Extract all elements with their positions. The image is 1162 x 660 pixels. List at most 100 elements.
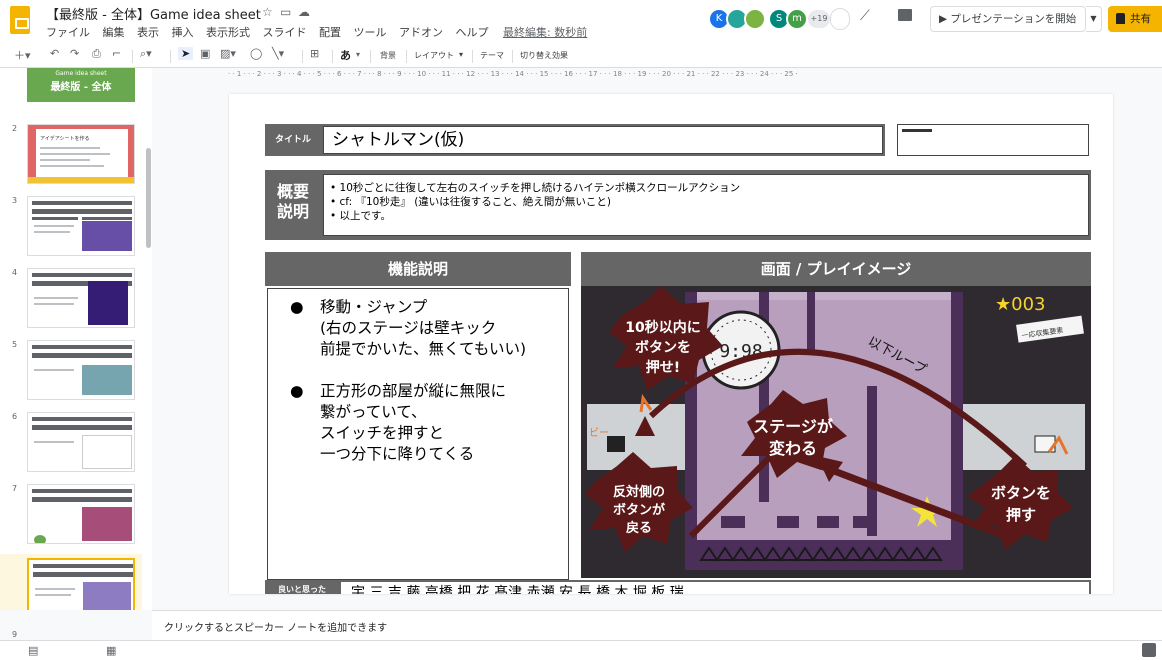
- textbox-icon[interactable]: ▣: [200, 47, 210, 60]
- slide-thumbnail-6[interactable]: [27, 412, 135, 472]
- svg-text:ボタンを: ボタンを: [991, 484, 1051, 502]
- avatar[interactable]: m: [786, 8, 808, 30]
- avatar[interactable]: [744, 8, 766, 30]
- slide-number: 3: [12, 196, 18, 205]
- features-text-box[interactable]: ● 移動・ジャンプ (右のステージは壁キック 前提でかいた、無くてもいい) ● …: [267, 288, 569, 580]
- thumb-image: [83, 582, 131, 610]
- zoom-icon[interactable]: ⌕▾: [140, 47, 152, 61]
- image-icon[interactable]: ▨▾: [220, 47, 236, 60]
- chat-button[interactable]: [830, 8, 850, 30]
- present-dropdown-button[interactable]: ▼: [1086, 6, 1102, 32]
- good-idea-row: 良いと思った 宇 三 吉 藤 高橋 把 花 髙津 赤瀬 安 長 橋 木 堀 板 …: [265, 580, 1091, 594]
- thumb-subtitle: Game idea sheet: [55, 70, 107, 77]
- toolbar-divider: [132, 50, 133, 63]
- undo-icon[interactable]: ↶: [50, 47, 59, 60]
- layout-button[interactable]: レイアウト: [414, 50, 454, 61]
- slide-thumbnail-8[interactable]: [27, 558, 135, 610]
- transition-button[interactable]: 切り替え効果: [520, 50, 568, 61]
- slides-logo-icon[interactable]: [10, 6, 30, 34]
- share-button[interactable]: 共有: [1108, 6, 1162, 32]
- slide[interactable]: タイトル シャトルマン(仮) 概要 説明 • 10秒ごとに往復して左右のスイッチ…: [229, 94, 1113, 594]
- last-edit-link[interactable]: 最終編集: 数秒前: [503, 26, 587, 39]
- cloud-status-icon[interactable]: ☁: [298, 5, 310, 19]
- new-slide-icon[interactable]: ＋▾: [14, 47, 31, 63]
- explore-icon[interactable]: [1142, 643, 1156, 657]
- slide-number: 5: [12, 340, 18, 349]
- filmstrip-scrollbar[interactable]: [146, 148, 151, 248]
- thumb-image: [82, 221, 132, 251]
- menu-tools[interactable]: ツール: [354, 26, 387, 39]
- input-tools-dropdown-icon[interactable]: ▾: [356, 50, 360, 59]
- menu-addons[interactable]: アドオン: [399, 26, 443, 39]
- slide-canvas: タイトル シャトルマン(仮) 概要 説明 • 10秒ごとに往復して左右のスイッチ…: [162, 80, 1162, 610]
- star-icon[interactable]: ☆: [262, 5, 273, 19]
- layout-dropdown-icon[interactable]: ▾: [459, 50, 463, 59]
- menu-arrange[interactable]: 配置: [319, 26, 341, 39]
- shape-icon[interactable]: ◯: [250, 47, 262, 60]
- menu-insert[interactable]: 挿入: [172, 26, 194, 39]
- menu-file[interactable]: ファイル: [46, 26, 90, 39]
- document-title[interactable]: 【最終版 - 全体】Game idea sheet: [46, 4, 261, 23]
- bullet: ●: [290, 382, 304, 400]
- select-cursor-icon[interactable]: ➤: [178, 47, 194, 60]
- toolbar: ＋▾ ↶ ↷ ⎙ ⌐ ⌕▾ ➤ ▣ ▨▾ ◯ ╲▾ ⊞ あ ▾ 背景 レイアウト…: [0, 44, 1162, 68]
- title-value[interactable]: シャトルマン(仮): [323, 126, 883, 154]
- slide-number: 4: [12, 268, 18, 277]
- thumb-title: 最終版 - 全体: [50, 82, 112, 93]
- present-icon: ▶: [939, 13, 951, 25]
- slide-thumbnail-1[interactable]: Game idea sheet 最終版 - 全体: [27, 68, 135, 102]
- present-button[interactable]: ▶ プレゼンテーションを開始: [930, 6, 1086, 32]
- comment-add-icon[interactable]: ⊞: [310, 47, 319, 60]
- slide-number: 7: [12, 484, 18, 493]
- title-row: タイトル シャトルマン(仮): [265, 124, 885, 156]
- menu-help[interactable]: ヘルプ: [456, 26, 489, 39]
- speaker-notes[interactable]: クリックするとスピーカー ノートを追加できます: [152, 610, 1162, 640]
- slide-filmstrip[interactable]: Game idea sheet 最終版 - 全体 2 アイデアシートを作る 3 …: [0, 68, 152, 610]
- menu-bar: ファイル 編集 表示 挿入 表示形式 スライド 配置 ツール アドオン ヘルプ …: [46, 24, 596, 40]
- background-button[interactable]: 背景: [380, 50, 396, 61]
- line-icon[interactable]: ╲▾: [272, 47, 284, 60]
- slide-number: 9: [12, 630, 18, 639]
- activity-trend-icon[interactable]: ⟋: [860, 8, 870, 24]
- theme-button[interactable]: テーマ: [480, 50, 504, 61]
- menu-view[interactable]: 表示: [137, 26, 159, 39]
- present-label: プレゼンテーションを開始: [950, 13, 1077, 25]
- svg-text:押せ!: 押せ!: [646, 359, 680, 376]
- play-image[interactable]: 9:98 ★003 一応収集要素 以下ループ ビー 10秒以内に ボタンを 押せ…: [581, 286, 1091, 578]
- svg-text:戻る: 戻る: [625, 520, 652, 536]
- thumb-footer: [28, 177, 134, 183]
- summary-text-box[interactable]: • 10秒ごとに往復して左右のスイッチを押し続けるハイテンポ横スクロールアクショ…: [323, 174, 1089, 236]
- filmstrip-view-icon[interactable]: ▤: [28, 644, 38, 657]
- grid-view-icon[interactable]: ▦: [106, 644, 116, 657]
- slide-thumbnail-2[interactable]: アイデアシートを作る: [27, 124, 135, 184]
- stage-illustration: 9:98 ★003 一応収集要素 以下ループ ビー 10秒以内に ボタンを 押せ…: [585, 286, 1085, 570]
- menu-edit[interactable]: 編集: [103, 26, 125, 39]
- comment-history-icon[interactable]: [898, 9, 912, 21]
- title-side-box[interactable]: [897, 124, 1089, 156]
- more-collaborators-count[interactable]: +19: [808, 10, 830, 28]
- slide-thumbnail-7[interactable]: [27, 484, 135, 544]
- summary-item: • cf: 『10秒走』 (違いは往復すること、絶え間が無いこと): [330, 196, 611, 208]
- feature-item: ● 移動・ジャンプ (右のステージは壁キック 前提でかいた、無くてもいい): [290, 298, 526, 358]
- slide-thumbnail-5[interactable]: [27, 340, 135, 400]
- toolbar-divider: [370, 50, 371, 63]
- svg-text:押す: 押す: [1006, 506, 1036, 524]
- good-idea-names[interactable]: 宇 三 吉 藤 高橋 把 花 髙津 赤瀬 安 長 橋 木 堀 板 瑞: [341, 582, 1089, 594]
- slide-thumbnail-3[interactable]: [27, 196, 135, 256]
- title-label: タイトル: [274, 135, 311, 145]
- toolbar-divider: [512, 50, 513, 63]
- input-tools-icon[interactable]: あ: [340, 47, 351, 63]
- thumb-sticker: [34, 535, 46, 543]
- slide-thumbnail-4[interactable]: [27, 268, 135, 328]
- svg-text:反対側の: 反対側の: [613, 484, 665, 500]
- vertical-ruler[interactable]: [152, 80, 162, 610]
- menu-format[interactable]: 表示形式: [206, 26, 250, 39]
- horizontal-ruler[interactable]: · · 1 · · · 2 · · · 3 · · · 4 · · · 5 · …: [228, 70, 1118, 80]
- folder-icon[interactable]: ▭: [280, 5, 291, 19]
- thumb-image: [88, 281, 128, 325]
- paint-format-icon[interactable]: ⌐: [112, 47, 121, 60]
- menu-slide[interactable]: スライド: [263, 26, 307, 39]
- print-icon[interactable]: ⎙: [92, 47, 101, 61]
- redo-icon[interactable]: ↷: [70, 47, 79, 60]
- bottom-bar: ▤ ▦: [0, 640, 1162, 660]
